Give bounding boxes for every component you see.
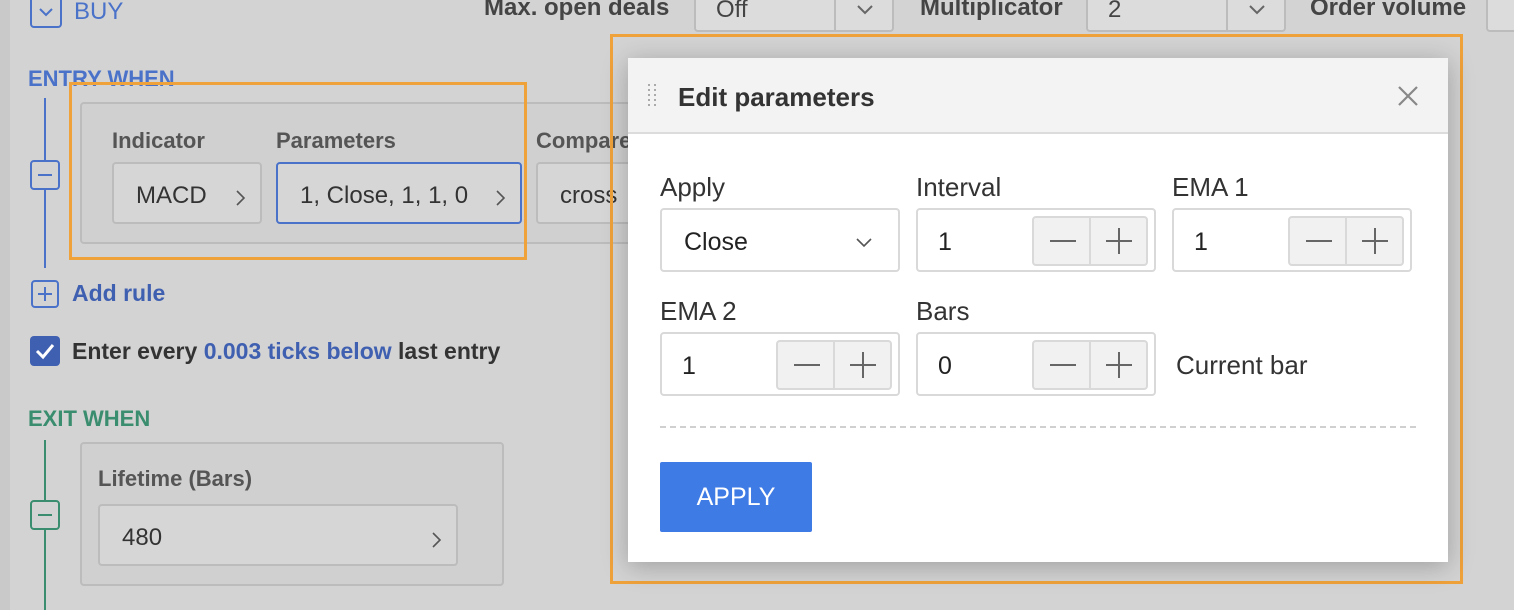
remove-exit-rule-button[interactable]	[30, 500, 60, 530]
dialog-title: Edit parameters	[678, 82, 875, 112]
ema2-field[interactable]: 1	[660, 332, 900, 396]
ema1-increment-button[interactable]	[1347, 218, 1404, 264]
close-icon[interactable]	[1396, 84, 1420, 108]
buy-label: BUY	[74, 0, 124, 25]
enter-every-ticks-link[interactable]: 0.003 ticks below	[204, 338, 392, 364]
interval-decrement-button[interactable]	[1034, 218, 1091, 264]
enter-every-prefix: Enter every	[72, 338, 204, 364]
buy-expand-toggle[interactable]	[30, 0, 62, 28]
bars-stepper	[1032, 340, 1148, 390]
interval-increment-button[interactable]	[1091, 218, 1148, 264]
apply-button[interactable]: APPLY	[660, 462, 812, 532]
multiplicator-dropdown-button[interactable]	[1226, 0, 1284, 30]
ema2-increment-button[interactable]	[835, 342, 892, 388]
enter-every-text: Enter every 0.003 ticks below last entry	[72, 338, 500, 365]
multiplicator-label: Multiplicator	[920, 0, 1063, 21]
exit-rule-card: Lifetime (Bars) 480	[80, 442, 504, 586]
bars-decrement-button[interactable]	[1034, 342, 1091, 388]
bars-increment-button[interactable]	[1091, 342, 1148, 388]
interval-field[interactable]: 1	[916, 208, 1156, 272]
ema2-label: EMA 2	[660, 296, 737, 326]
multiplicator-value: 2	[1108, 0, 1122, 23]
top-settings-row: BUY Max. open deals Off Multiplicator 2 …	[0, 0, 1514, 34]
order-volume-input[interactable]	[1486, 0, 1514, 32]
lifetime-select[interactable]: 480	[98, 504, 458, 566]
remove-entry-rule-button[interactable]	[30, 160, 60, 190]
ema2-stepper	[776, 340, 892, 390]
lifetime-label: Lifetime (Bars)	[98, 466, 253, 491]
apply-price-select[interactable]: Close	[660, 208, 900, 272]
highlight-rule-frame	[69, 82, 527, 260]
compare-value: cross	[560, 182, 618, 209]
bars-label: Bars	[916, 296, 970, 326]
order-volume-label: Order volume	[1310, 0, 1467, 21]
interval-label: Interval	[916, 172, 1002, 202]
interval-stepper	[1032, 216, 1148, 266]
bars-field[interactable]: 0	[916, 332, 1156, 396]
interval-value[interactable]: 1	[938, 228, 952, 257]
max-open-deals-label: Max. open deals	[484, 0, 670, 21]
bars-value[interactable]: 0	[938, 352, 952, 381]
current-bar-text: Current bar	[1176, 350, 1308, 380]
max-open-deals-select[interactable]: Off	[694, 0, 894, 32]
max-open-deals-dropdown-button[interactable]	[834, 0, 892, 30]
ema1-field[interactable]: 1	[1172, 208, 1412, 272]
enter-every-checkbox[interactable]	[30, 336, 60, 366]
multiplicator-select[interactable]: 2	[1086, 0, 1286, 32]
apply-price-label: Apply	[660, 172, 726, 202]
ema2-value[interactable]: 1	[682, 352, 696, 381]
lifetime-value: 480	[122, 524, 163, 551]
dialog-divider	[660, 426, 1416, 428]
edit-parameters-dialog: Edit parameters Apply Close Interval 1 E…	[628, 58, 1448, 562]
ema1-label: EMA 1	[1172, 172, 1249, 202]
enter-every-suffix: last entry	[391, 338, 501, 364]
chevron-right-icon	[430, 528, 442, 556]
ema2-decrement-button[interactable]	[778, 342, 835, 388]
apply-price-value: Close	[684, 228, 748, 256]
max-open-deals-value: Off	[716, 0, 748, 23]
dialog-header: Edit parameters	[628, 58, 1448, 134]
left-strip	[0, 0, 10, 610]
ema1-value[interactable]: 1	[1194, 228, 1208, 257]
ema1-decrement-button[interactable]	[1290, 218, 1347, 264]
ema1-stepper	[1288, 216, 1404, 266]
drag-handle-icon[interactable]	[648, 84, 660, 110]
chevron-down-icon	[856, 236, 872, 254]
add-rule-link[interactable]: Add rule	[72, 280, 165, 307]
add-rule-icon[interactable]	[31, 280, 59, 308]
exit-when-title: EXIT WHEN	[28, 406, 151, 431]
